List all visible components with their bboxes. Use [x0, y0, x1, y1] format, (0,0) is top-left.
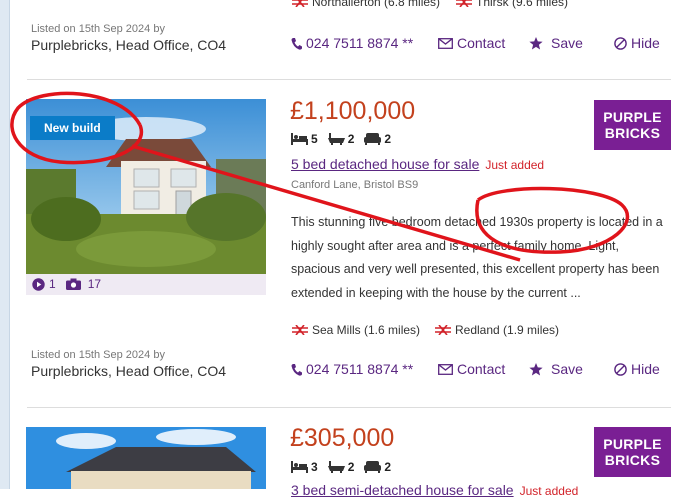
hide-icon — [614, 362, 627, 376]
video-count: 1 — [49, 277, 56, 291]
baths-stat: 2 — [327, 460, 355, 474]
bath-icon — [327, 133, 345, 145]
station-item: Northallerton (6.8 miles) — [292, 0, 440, 9]
listing-divider — [27, 79, 671, 80]
phone-link[interactable]: 024 7511 8874 ** — [291, 35, 413, 51]
media-counts[interactable]: 1 17 — [32, 277, 101, 291]
hide-label: Hide — [631, 35, 660, 51]
agent-logo[interactable]: PURPLE BRICKS — [594, 427, 671, 477]
phone-icon — [291, 37, 302, 50]
hide-button[interactable]: Hide — [614, 361, 660, 377]
station-label: Thirsk (9.6 miles) — [476, 0, 569, 9]
agent-name: Purplebricks, Head Office, CO4 — [31, 363, 227, 379]
logo-line-1: PURPLE — [603, 436, 662, 452]
station-item: Sea Mills (1.6 miles) — [292, 323, 420, 337]
listing-price[interactable]: £1,100,000 — [290, 97, 415, 126]
listing-address: Canford Lane, Bristol BS9 — [291, 179, 419, 191]
save-button[interactable]: Save — [529, 361, 583, 377]
save-label: Save — [551, 35, 583, 51]
station-item: Redland (1.9 miles) — [435, 323, 559, 337]
station-item: Thirsk (9.6 miles) — [456, 0, 568, 9]
receptions-stat: 2 — [364, 132, 391, 146]
contact-button[interactable]: Contact — [438, 361, 505, 377]
listing-price[interactable]: £305,000 — [290, 424, 394, 453]
receptions-count: 2 — [384, 460, 392, 474]
rail-icon — [292, 325, 308, 335]
listing-title-link[interactable]: 3 bed semi-detached house for sale — [291, 482, 514, 498]
contact-label: Contact — [457, 361, 506, 377]
beds-stat: 3 — [291, 460, 318, 474]
beds-count: 5 — [311, 132, 318, 146]
baths-count: 2 — [347, 132, 355, 146]
save-button[interactable]: Save — [529, 35, 583, 51]
rail-icon — [292, 0, 308, 7]
bath-icon — [327, 461, 345, 473]
station-label: Northallerton (6.8 miles) — [312, 0, 441, 9]
phone-link[interactable]: 024 7511 8874 ** — [291, 361, 413, 377]
beds-stat: 5 — [291, 132, 318, 146]
sofa-icon — [364, 461, 382, 473]
video-icon — [32, 277, 45, 291]
property-stats: 3 2 2 — [291, 460, 391, 474]
station-label: Redland (1.9 miles) — [455, 323, 560, 337]
property-photo[interactable] — [26, 427, 266, 489]
listed-on-text: Listed on 15th Sep 2024 by — [31, 23, 165, 35]
new-build-badge: New build — [30, 116, 115, 140]
receptions-stat: 2 — [364, 460, 391, 474]
listing-title-row: 3 bed semi-detached house for sale Just a… — [291, 482, 578, 500]
just-added-label: Just added — [485, 158, 545, 172]
photo-count: 17 — [87, 277, 102, 291]
listing-divider — [27, 407, 671, 408]
hide-button[interactable]: Hide — [614, 35, 660, 51]
listed-on-text: Listed on 15th Sep 2024 by — [31, 349, 165, 361]
listing-title-link[interactable]: 5 bed detached house for sale — [291, 156, 479, 172]
hide-label: Hide — [631, 361, 660, 377]
camera-icon — [65, 278, 81, 290]
baths-stat: 2 — [327, 132, 355, 146]
envelope-icon — [438, 363, 453, 375]
property-stats: 5 2 2 — [291, 132, 391, 146]
station-label: Sea Mills (1.6 miles) — [312, 323, 421, 337]
page-left-rail — [0, 0, 10, 489]
star-icon — [529, 36, 543, 50]
beds-count: 3 — [311, 460, 318, 474]
bed-icon — [291, 133, 308, 145]
phone-icon — [291, 363, 302, 376]
baths-count: 2 — [347, 460, 355, 474]
agent-logo[interactable]: PURPLE BRICKS — [594, 100, 671, 150]
phone-number: 024 7511 8874 ** — [306, 35, 414, 51]
contact-button[interactable]: Contact — [438, 35, 505, 51]
hide-icon — [614, 36, 627, 50]
envelope-icon — [438, 37, 453, 49]
contact-label: Contact — [457, 35, 506, 51]
logo-line-2: BRICKS — [604, 125, 661, 141]
house-photo-illustration — [26, 427, 266, 489]
rail-icon — [456, 0, 472, 7]
phone-number: 024 7511 8874 ** — [306, 361, 414, 377]
agent-name: Purplebricks, Head Office, CO4 — [31, 37, 227, 53]
logo-line-2: BRICKS — [604, 452, 661, 468]
listing-title-row: 5 bed detached house for sale Just added — [291, 156, 544, 174]
listing-description[interactable]: This stunning five bedroom detached 1930… — [291, 211, 671, 305]
star-icon — [529, 362, 543, 376]
rail-icon — [435, 325, 451, 335]
receptions-count: 2 — [384, 132, 392, 146]
save-label: Save — [551, 361, 583, 377]
just-added-label: Just added — [519, 484, 579, 498]
sofa-icon — [364, 133, 382, 145]
logo-line-1: PURPLE — [603, 109, 662, 125]
bed-icon — [291, 461, 308, 473]
